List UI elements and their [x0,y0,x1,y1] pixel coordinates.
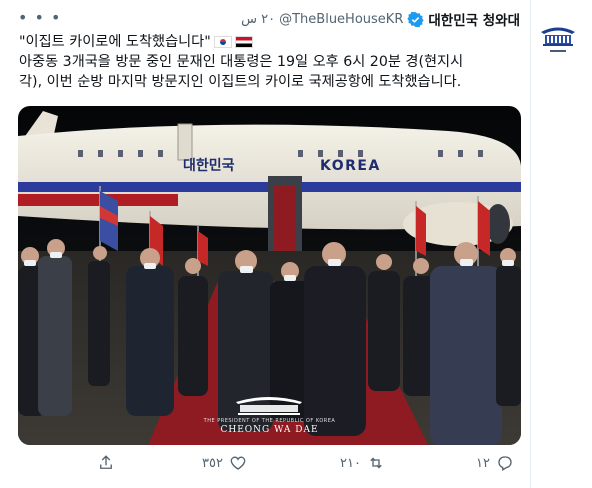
like-button[interactable]: ٣٥٢ [202,454,247,472]
egypt-flag-icon [234,36,253,48]
author-handle[interactable]: @TheBlueHouseKR [279,12,403,27]
author-name[interactable]: 대한민국 청와대 [428,9,520,29]
like-count: ٣٥٢ [202,455,223,471]
tweet-body-line-2: 각), 이번 순방 마지막 방문지인 이집트의 카이로 국제공항에 도착했습니다… [19,74,462,90]
more-icon[interactable]: • • • [18,8,61,27]
reply-button[interactable]: ١٢ [476,454,514,472]
heart-icon [230,456,246,470]
tweet-body-line-1: 아중동 3개국을 방문 중인 문재인 대통령은 19일 오후 6시 20분 경(… [19,54,464,70]
korea-flag-icon [213,36,232,48]
caption-small: THE PRESIDENT OF THE REPUBLIC OF KOREA [203,418,336,424]
tweet-title-line: "이집트 카이로에 도착했습니다" [19,32,524,52]
reply-icon [498,456,512,471]
plane-text-korean: 대한민국 [183,157,235,174]
tweet-title-text: "이집트 카이로에 도착했습니다" [19,34,211,50]
tweet-text: "이집트 카이로에 도착했습니다" 아중동 3개국을 방문 중인 문재인 대통령… [19,32,524,92]
retweet-count: ٢١٠ [340,455,361,471]
plane-text-english: KOREA [320,158,381,174]
caption-main: CHEONG WA DAE [220,425,319,435]
share-button[interactable] [97,454,115,472]
verified-badge-icon [407,11,425,27]
avatar[interactable] [535,20,581,60]
tweet-actions: ١٢ ٢١٠ ٣٥٢ [0,454,530,480]
retweet-icon [370,457,382,469]
tweet-timestamp[interactable]: ٢٠ س [241,12,275,27]
photo-caption: THE PRESIDENT OF THE REPUBLIC OF KOREA C… [18,418,521,435]
reply-count: ١٢ [476,455,490,471]
share-icon [100,455,112,469]
tweet-photo[interactable]: 대한민국 KOREA THE PRESIDENT OF THE REPUBLIC… [18,106,521,445]
timeline-divider [530,0,531,488]
retweet-button[interactable]: ٢١٠ [340,454,385,472]
tweet-header: ٢٠ س @TheBlueHouseKR 대한민국 청와대 [241,9,520,29]
photo-scene: 대한민국 KOREA [18,106,521,445]
